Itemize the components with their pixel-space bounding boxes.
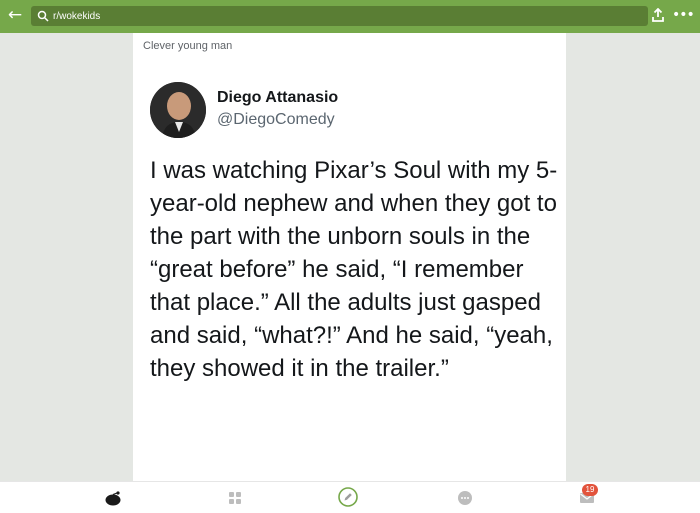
inbox-badge: 19	[582, 484, 598, 496]
avatar-image	[150, 82, 206, 138]
avatar	[150, 82, 206, 138]
back-arrow-icon[interactable]: ←	[6, 6, 24, 24]
bottom-nav: 19	[0, 481, 700, 513]
chat-icon	[458, 491, 472, 505]
nav-compose[interactable]	[328, 482, 368, 513]
nav-chat[interactable]	[444, 482, 484, 513]
post-card: Clever young man Diego Attanasio @DiegoC…	[133, 33, 566, 481]
more-options-icon[interactable]: •••	[672, 7, 695, 23]
share-icon[interactable]	[651, 8, 665, 23]
search-input[interactable]	[53, 7, 633, 25]
home-icon	[105, 491, 121, 506]
search-icon	[37, 10, 49, 22]
nav-home[interactable]	[92, 482, 132, 513]
tweet-text: I was watching Pixar’s Soul with my 5-ye…	[150, 157, 558, 382]
nav-browse[interactable]	[214, 482, 254, 513]
post-title[interactable]: Clever young man	[143, 40, 232, 52]
search-box[interactable]	[31, 6, 648, 26]
browse-icon	[229, 492, 241, 504]
top-bar: ← •••	[0, 0, 700, 33]
author-handle: @DiegoComedy	[217, 111, 335, 128]
author-name: Diego Attanasio	[217, 89, 339, 106]
compose-icon	[338, 487, 358, 507]
